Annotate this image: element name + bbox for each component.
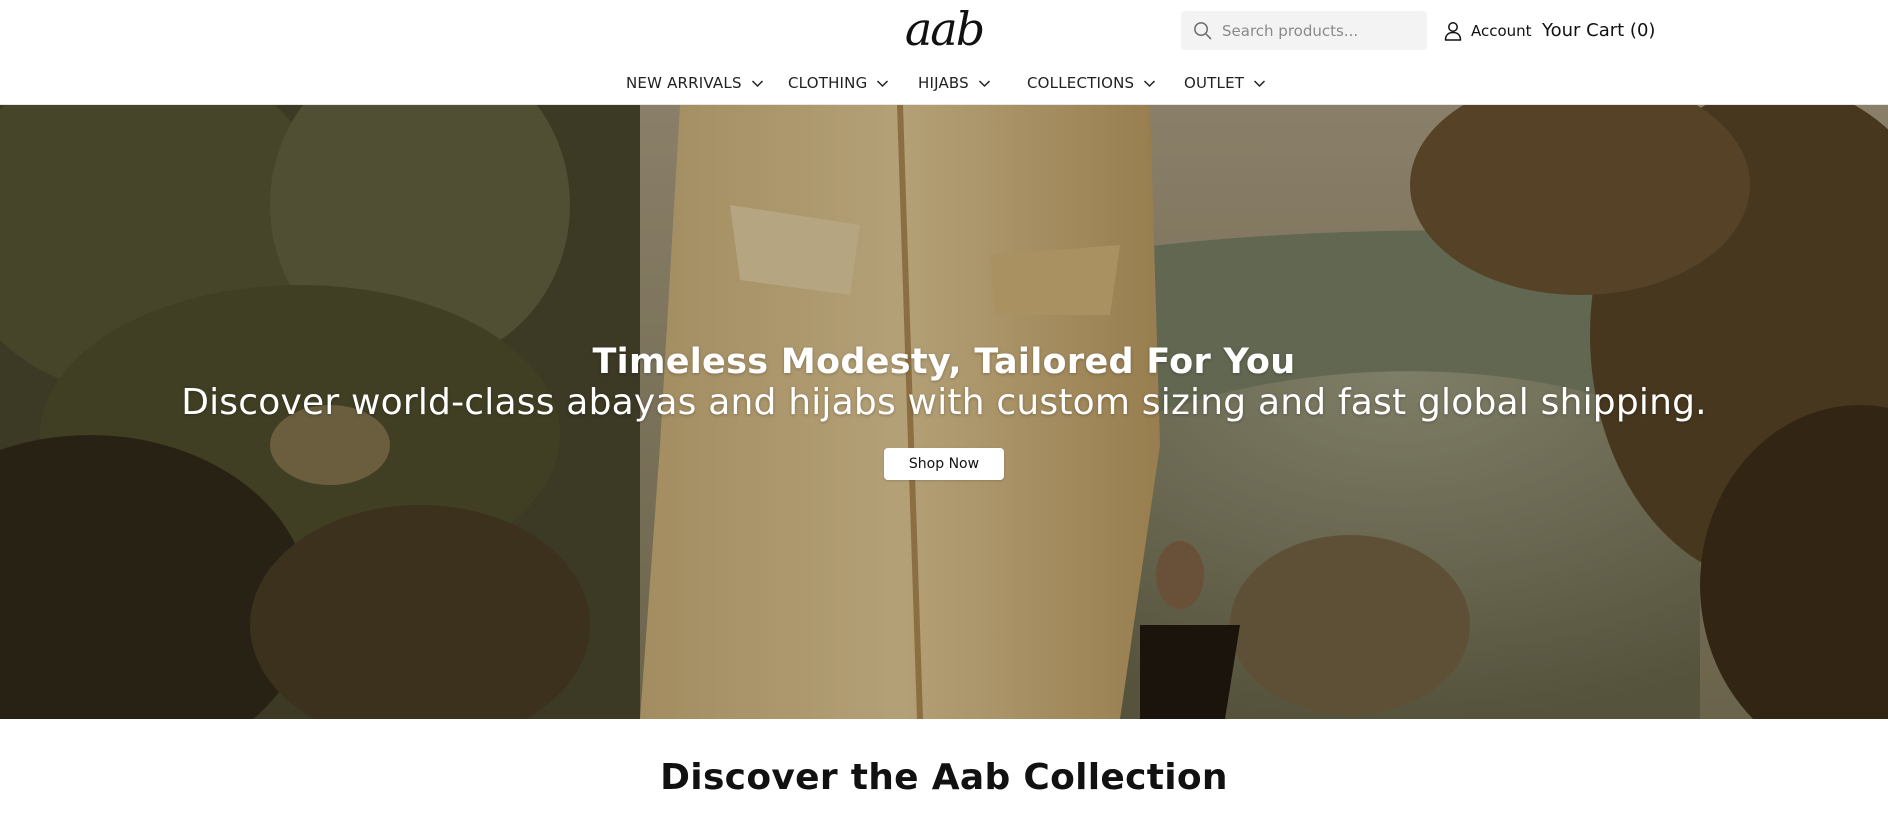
nav-item-new-arrivals[interactable]: NEW ARRIVALS [626,70,764,96]
search-box[interactable] [1181,11,1427,50]
chevron-down-icon [751,79,763,87]
nav-item-clothing[interactable]: CLOTHING [788,70,889,96]
nav-item-label: HIJABS [918,74,969,92]
search-input[interactable] [1222,21,1422,40]
site-header: aab Account Your Cart (0) NEW ARRIVALS C… [0,0,1888,105]
shop-now-button[interactable]: Shop Now [884,448,1004,480]
hero-banner: Timeless Modesty, Tailored For You Disco… [0,105,1888,719]
chevron-down-icon [1254,79,1266,87]
brand-logo[interactable]: aab [903,4,985,54]
nav-item-label: OUTLET [1184,74,1245,92]
chevron-down-icon [978,79,990,87]
hero-title: Timeless Modesty, Tailored For You [592,342,1296,382]
nav-item-label: CLOTHING [788,74,868,92]
main-nav: NEW ARRIVALS CLOTHING HIJABS COLLECTIONS… [0,70,1888,96]
account-link[interactable]: Account [1444,19,1532,43]
nav-item-outlet[interactable]: OUTLET [1184,70,1266,96]
nav-item-collections[interactable]: COLLECTIONS [1027,70,1156,96]
chevron-down-icon [1144,79,1156,87]
nav-item-hijabs[interactable]: HIJABS [918,70,991,96]
nav-item-label: NEW ARRIVALS [626,74,742,92]
nav-item-label: COLLECTIONS [1027,74,1135,92]
account-label: Account [1471,22,1532,40]
hero-subtitle: Discover world-class abayas and hijabs w… [181,382,1707,423]
user-icon [1444,22,1462,41]
chevron-down-icon [877,79,889,87]
search-icon [1194,22,1212,40]
cart-link[interactable]: Your Cart (0) [1542,18,1655,44]
collection-heading: Discover the Aab Collection [660,757,1228,798]
